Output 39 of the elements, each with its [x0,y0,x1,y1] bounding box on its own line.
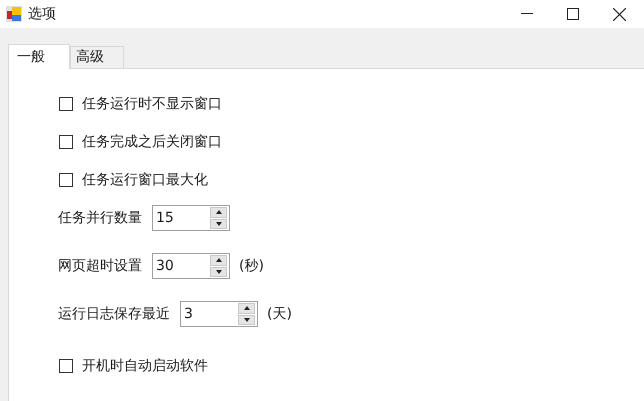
checkbox-label: 任务运行时不显示窗口 [82,94,222,114]
up-triangle-icon [214,257,222,264]
checkbox-label: 任务完成之后关闭窗口 [82,132,222,152]
down-triangle-icon [242,316,250,323]
field-label: 网页超时设置 [58,256,142,276]
number-spinner[interactable]: 30 [152,253,230,279]
spin-up-button[interactable] [210,207,227,218]
checkbox-box[interactable] [59,135,73,149]
minimize-icon [521,13,533,15]
unit-label: (秒) [239,256,264,276]
checkbox[interactable]: 任务运行窗口最大化 [59,171,208,189]
spin-up-button[interactable] [238,303,255,314]
spin-up-button[interactable] [210,255,227,266]
close-icon [612,8,626,20]
checkbox[interactable]: 任务运行时不显示窗口 [59,95,222,113]
up-triangle-icon [242,305,250,312]
checkbox[interactable]: 开机时自动启动软件 [59,357,208,375]
number-spinner[interactable]: 15 [152,205,230,231]
spin-down-button[interactable] [210,218,227,229]
checkbox-box[interactable] [59,97,73,111]
tab[interactable]: 高级 [70,46,124,68]
maximize-icon [567,8,579,20]
down-triangle-icon [214,220,222,227]
app-icon [6,6,22,22]
field-label: 运行日志保存最近 [58,304,170,324]
checkbox[interactable]: 任务完成之后关闭窗口 [59,133,222,151]
field-label: 任务并行数量 [58,208,142,228]
unit-label: (天) [267,304,292,324]
up-triangle-icon [214,209,222,216]
number-spinner[interactable]: 3 [180,301,258,327]
checkbox-box[interactable] [59,359,73,373]
spin-down-button[interactable] [210,266,227,277]
down-triangle-icon [214,268,222,275]
checkbox-box[interactable] [59,173,73,187]
checkbox-label: 开机时自动启动软件 [82,356,208,376]
spin-down-button[interactable] [238,314,255,325]
window-title: 选项 [28,4,56,24]
tab[interactable]: 一般 [8,44,70,69]
checkbox-label: 任务运行窗口最大化 [82,170,208,190]
